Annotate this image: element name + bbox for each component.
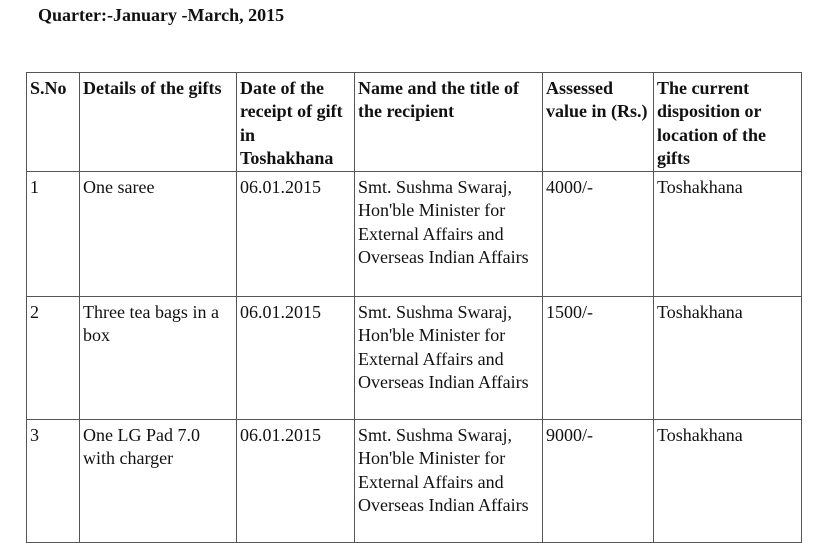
- gifts-table: S.No Details of the gifts Date of the re…: [26, 71, 802, 543]
- cell-disposition: Toshakhana: [653, 296, 802, 421]
- header-disposition: The current disposition or location of t…: [653, 71, 802, 173]
- header-value: Assessed value in (Rs.): [542, 71, 654, 173]
- cell-date: 06.01.2015: [236, 171, 355, 298]
- cell-recipient: Smt. Sushma Swaraj, Hon'ble Minister for…: [354, 419, 543, 543]
- cell-recipient: Smt. Sushma Swaraj, Hon'ble Minister for…: [354, 171, 543, 298]
- cell-value: 1500/-: [542, 296, 654, 421]
- cell-details: One saree: [79, 171, 237, 298]
- cell-date: 06.01.2015: [236, 296, 355, 421]
- table-row: 2 Three tea bags in a box 06.01.2015 Smt…: [26, 296, 802, 421]
- cell-value: 9000/-: [542, 419, 654, 543]
- cell-details: One LG Pad 7.0 with charger: [79, 419, 237, 543]
- cell-disposition: Toshakhana: [653, 171, 802, 298]
- cell-sno: 3: [26, 419, 80, 543]
- table-header-row: S.No Details of the gifts Date of the re…: [26, 71, 802, 173]
- cell-value: 4000/-: [542, 171, 654, 298]
- cell-details: Three tea bags in a box: [79, 296, 237, 421]
- header-date: Date of the receipt of gift in Toshakhan…: [236, 71, 355, 173]
- header-recipient: Name and the title of the recipient: [354, 71, 543, 173]
- cell-date: 06.01.2015: [236, 419, 355, 543]
- header-sno: S.No: [26, 71, 80, 173]
- page-title: Quarter:-January -March, 2015: [38, 5, 285, 25]
- cell-disposition: Toshakhana: [653, 419, 802, 543]
- cell-sno: 2: [26, 296, 80, 421]
- table-row: 3 One LG Pad 7.0 with charger 06.01.2015…: [26, 419, 802, 543]
- header-details: Details of the gifts: [79, 71, 237, 173]
- cell-recipient: Smt. Sushma Swaraj, Hon'ble Minister for…: [354, 296, 543, 421]
- table-row: 1 One saree 06.01.2015 Smt. Sushma Swara…: [26, 171, 802, 298]
- cell-sno: 1: [26, 171, 80, 298]
